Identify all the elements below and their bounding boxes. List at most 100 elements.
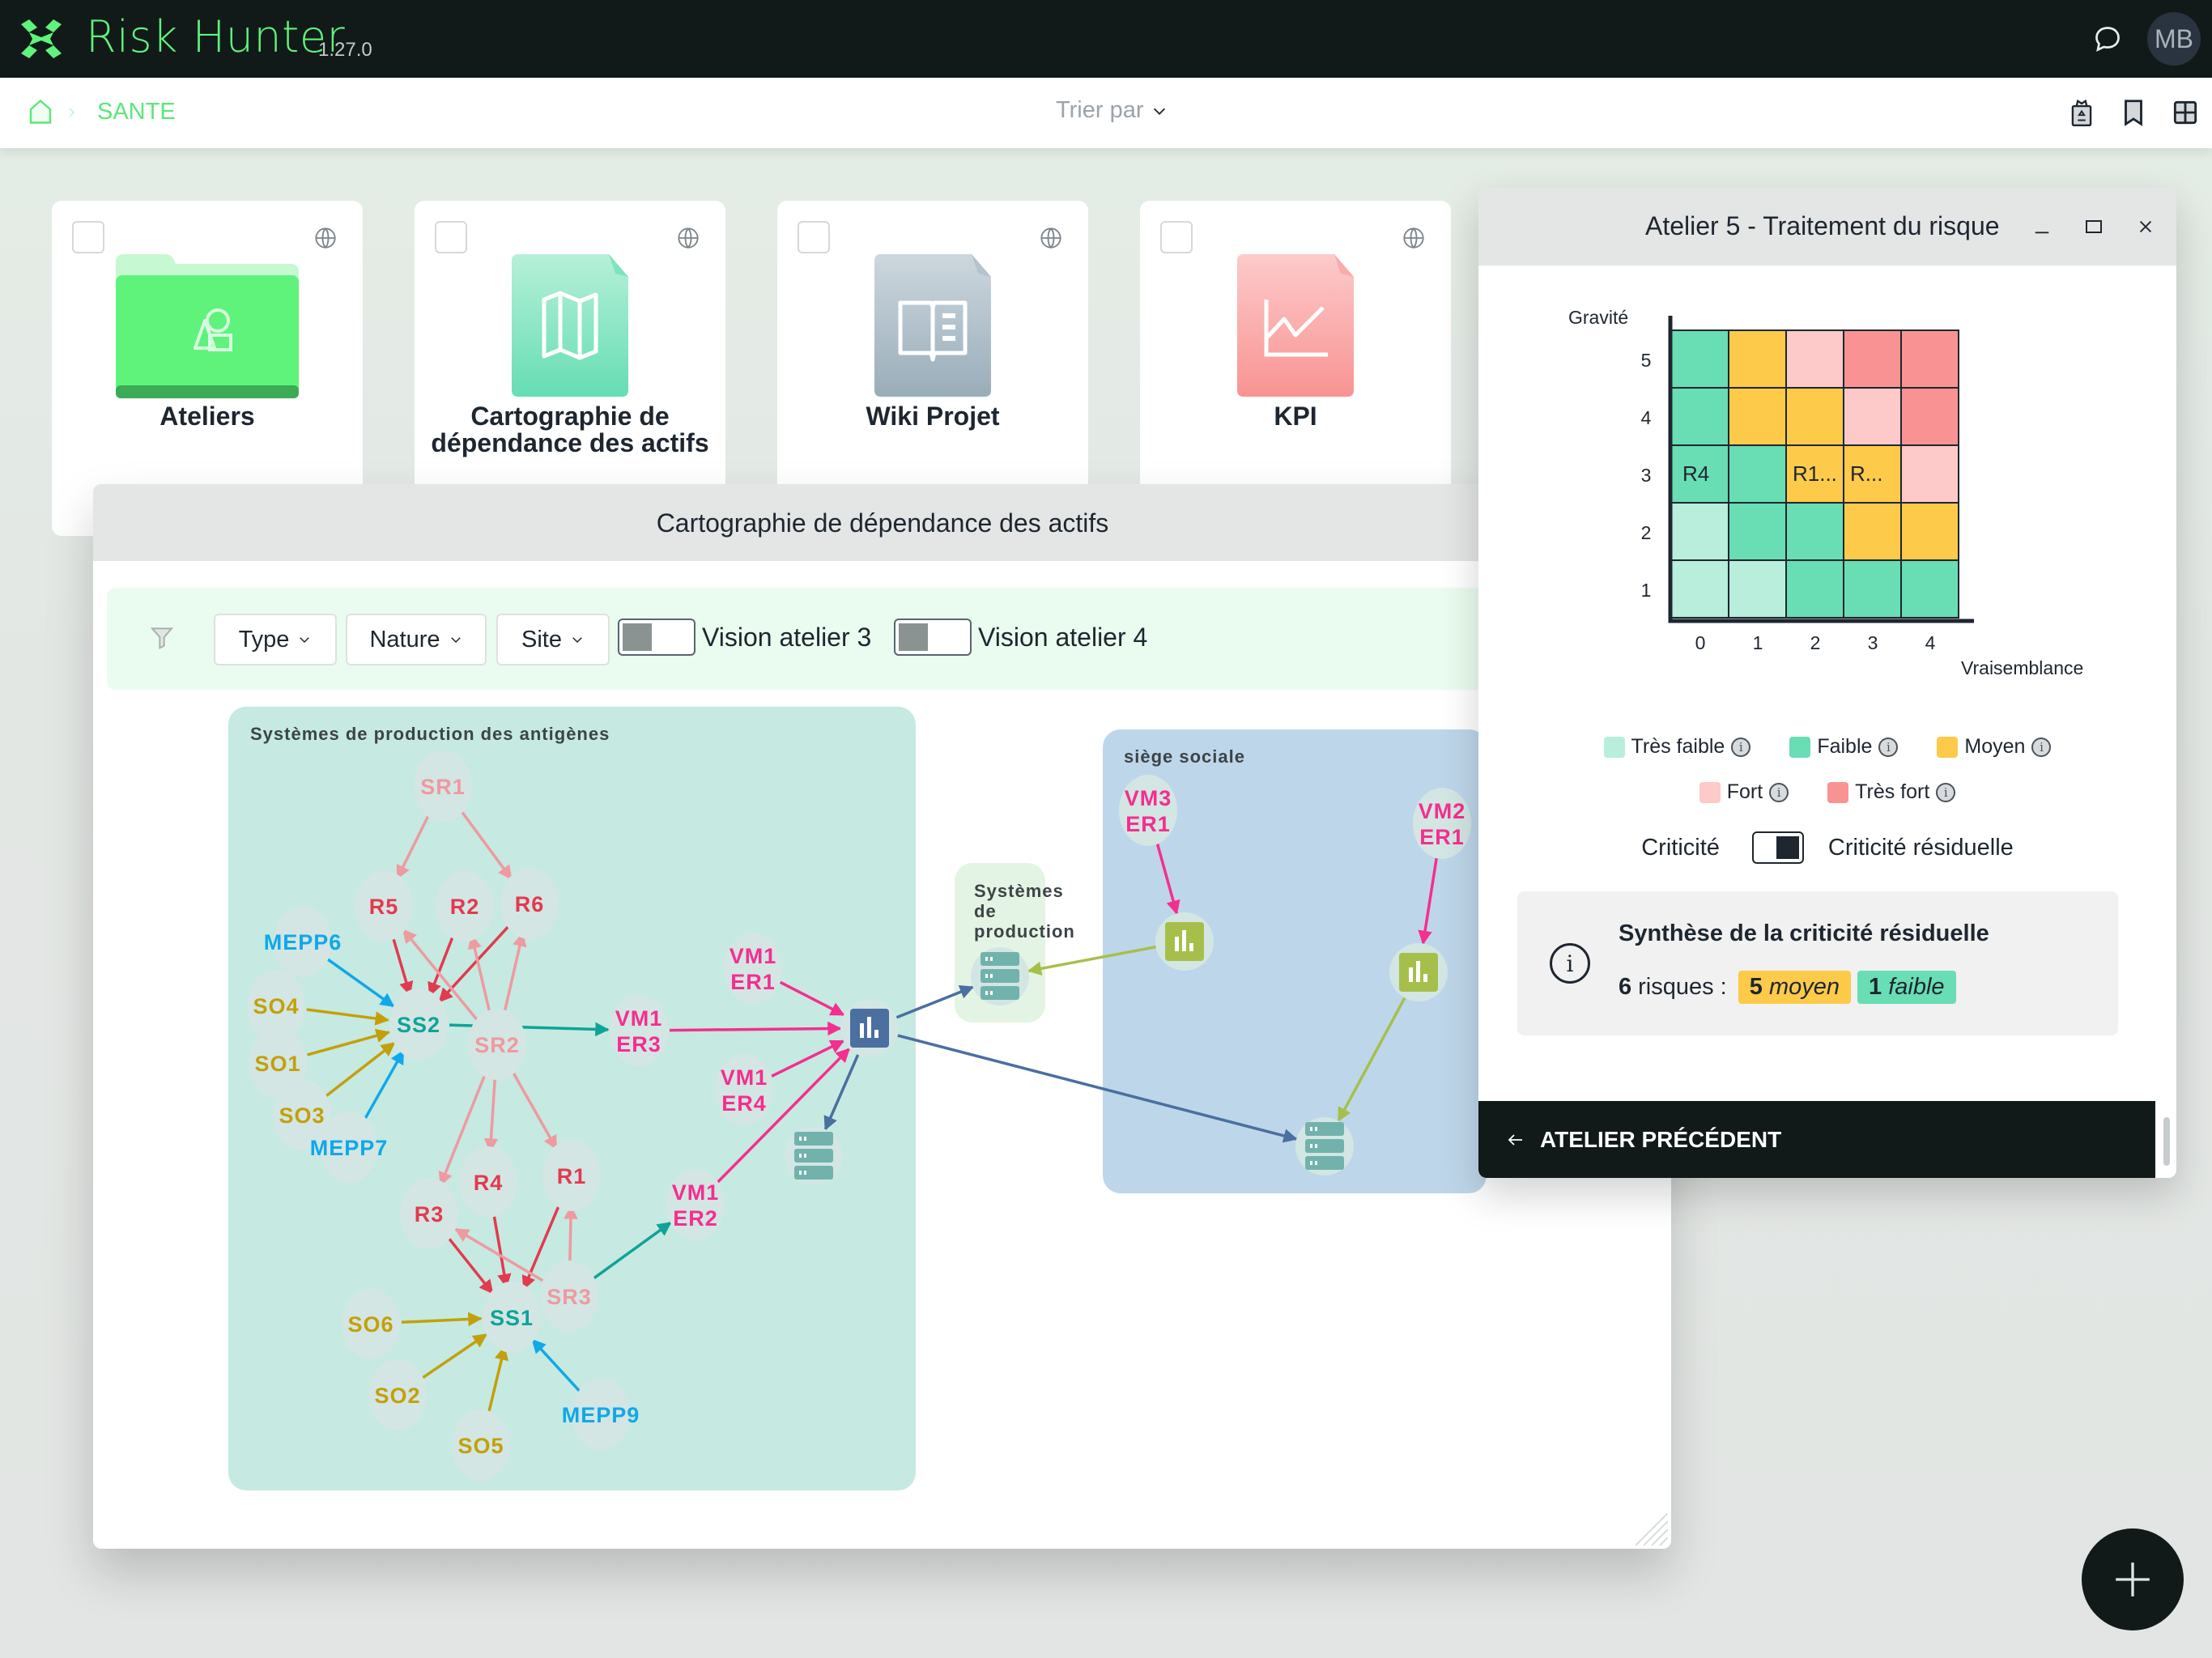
- graph-node-sr3[interactable]: SR3: [540, 1261, 598, 1332]
- graph-node-r6[interactable]: R6: [500, 868, 559, 939]
- globe-icon[interactable]: [314, 227, 337, 249]
- graph-node-sr2[interactable]: SR2: [468, 1009, 526, 1080]
- info-icon[interactable]: i: [1731, 737, 1751, 757]
- graph-node-so2[interactable]: SO2: [368, 1359, 427, 1431]
- card-checkbox[interactable]: [1160, 221, 1193, 253]
- graph-node-r4[interactable]: R4: [459, 1146, 517, 1218]
- matrix-cell-g5-v3[interactable]: [1843, 329, 1902, 389]
- graph-node-ss2[interactable]: SS2: [389, 988, 448, 1060]
- matrix-cell-g2-v2[interactable]: [1785, 502, 1844, 561]
- matrix-cell-g3-v1[interactable]: [1728, 444, 1787, 504]
- matrix-cell-label[interactable]: R1...: [1793, 461, 1837, 486]
- card-label: Ateliers: [160, 402, 255, 431]
- sort-dropdown[interactable]: Trier par: [1056, 97, 1168, 124]
- app-name: Risk Hunter: [86, 11, 346, 62]
- bar: [1423, 974, 1427, 982]
- app-version: 1.27.0: [318, 39, 372, 61]
- graph-node-vm2er1[interactable]: VM2ER1: [1413, 788, 1471, 859]
- info-icon[interactable]: i: [1936, 782, 1956, 802]
- criticity-switch-row: Criticité Criticité résiduelle: [1478, 831, 2176, 864]
- application-node-app3[interactable]: [1389, 943, 1448, 1001]
- matrix-cell-g2-v3[interactable]: [1843, 502, 1902, 561]
- criticity-toggle[interactable]: [1751, 831, 1804, 864]
- bookmark-icon[interactable]: [2118, 97, 2149, 128]
- info-icon[interactable]: i: [1769, 782, 1789, 802]
- card-checkbox[interactable]: [72, 221, 104, 253]
- grid-view-icon[interactable]: [2170, 97, 2201, 128]
- graph-node-vm3er1[interactable]: VM3ER1: [1119, 775, 1177, 846]
- previous-workshop-button[interactable]: ATELIER PRÉCÉDENT: [1478, 1101, 2155, 1178]
- server-led: [1310, 1161, 1312, 1165]
- dependency-graph[interactable]: Systèmes de production des antigènes Sys…: [93, 484, 1671, 1549]
- synthesis-summary: 6 risques : 5 moyen 1 faible: [1619, 971, 1956, 1004]
- matrix-cell-label[interactable]: R...: [1850, 461, 1882, 486]
- matrix-cell-g2-v1[interactable]: [1728, 502, 1787, 561]
- home-icon[interactable]: [26, 97, 55, 126]
- info-icon[interactable]: i: [2031, 737, 2052, 757]
- group-label: Systèmes de production des antigènes: [250, 724, 610, 744]
- add-button[interactable]: [2082, 1528, 2184, 1630]
- card-checkbox[interactable]: [435, 221, 467, 253]
- graph-node-r5[interactable]: R5: [355, 870, 413, 942]
- application-node-app1[interactable]: [840, 999, 899, 1057]
- legend-item-moyen: Moyen i: [1937, 735, 2052, 759]
- matrix-cell-g2-v0[interactable]: [1670, 502, 1729, 561]
- matrix-cell-g4-v1[interactable]: [1728, 387, 1787, 446]
- graph-node-so6[interactable]: SO6: [342, 1288, 400, 1359]
- graph-node-so5[interactable]: SO5: [452, 1409, 510, 1481]
- chat-button[interactable]: [2081, 12, 2134, 66]
- breadcrumb-item-sante[interactable]: SANTE: [97, 99, 176, 125]
- matrix-cell-g1-v3[interactable]: [1843, 559, 1902, 619]
- legend-item-faible: Faible i: [1789, 735, 1899, 759]
- matrix-cell-g5-v4[interactable]: [1900, 329, 1959, 389]
- matrix-cell-g1-v4[interactable]: [1900, 559, 1959, 619]
- matrix-cell-g1-v0[interactable]: [1670, 559, 1729, 619]
- server-led: [1310, 1144, 1312, 1148]
- legend-label: Moyen: [1964, 735, 2026, 758]
- graph-node-ss1[interactable]: SS1: [483, 1282, 541, 1353]
- graph-node-vm1er1[interactable]: VM1ER1: [724, 933, 782, 1004]
- matrix-cell-g2-v4[interactable]: [1900, 502, 1959, 561]
- graph-node-r2[interactable]: R2: [436, 870, 494, 942]
- card-label: KPI: [1274, 402, 1317, 431]
- globe-icon[interactable]: [1040, 227, 1062, 249]
- globe-icon[interactable]: [677, 227, 700, 249]
- matrix-cell-g4-v3[interactable]: [1843, 387, 1902, 446]
- synthesis-title: Synthèse de la criticité résiduelle: [1619, 920, 1989, 946]
- matrix-cell-g4-v0[interactable]: [1670, 387, 1729, 446]
- matrix-cell-g4-v2[interactable]: [1785, 387, 1844, 446]
- resize-handle-icon[interactable]: [1636, 1513, 1668, 1545]
- node-label: VM1: [672, 1180, 720, 1205]
- panel-scrollbar[interactable]: [2163, 1117, 2170, 1166]
- info-icon[interactable]: i: [1878, 737, 1899, 757]
- globe-icon[interactable]: [1402, 227, 1425, 249]
- matrix-cell-g1-v2[interactable]: [1785, 559, 1844, 619]
- node-label: SO3: [279, 1103, 325, 1128]
- graph-node-vm1er4[interactable]: VM1ER4: [715, 1054, 773, 1125]
- graph-node-vm1er2[interactable]: VM1ER2: [666, 1169, 725, 1240]
- node-label: R5: [369, 895, 399, 919]
- recycle-bin-icon[interactable]: [2066, 97, 2097, 128]
- graph-node-r3[interactable]: R3: [400, 1178, 458, 1249]
- risk-total-label: risques :: [1638, 974, 1727, 1000]
- node-label: MEPP6: [264, 930, 342, 954]
- legend-label: Très faible: [1631, 735, 1725, 758]
- matrix-cell-g5-v1[interactable]: [1728, 329, 1787, 389]
- server-node-srv2[interactable]: [971, 947, 1029, 1005]
- card-checkbox[interactable]: [798, 221, 830, 253]
- graph-node-r1[interactable]: R1: [542, 1140, 601, 1211]
- graph-node-vm1er3[interactable]: VM1ER3: [610, 995, 668, 1066]
- matrix-cell-g4-v4[interactable]: [1900, 387, 1959, 446]
- graph-node-sr1[interactable]: SR1: [414, 750, 472, 822]
- server-node-srv1[interactable]: [785, 1127, 843, 1185]
- matrix-cell-label[interactable]: R4: [1682, 461, 1709, 486]
- bar: [860, 1023, 864, 1038]
- application-node-app2[interactable]: [1155, 912, 1214, 971]
- server-node-srv3[interactable]: [1295, 1117, 1354, 1175]
- matrix-cell-g3-v4[interactable]: [1900, 444, 1959, 504]
- user-avatar[interactable]: MB: [2147, 12, 2201, 66]
- node-label: MEPP7: [310, 1136, 389, 1160]
- matrix-cell-g5-v0[interactable]: [1670, 329, 1729, 389]
- matrix-cell-g5-v2[interactable]: [1785, 329, 1844, 389]
- matrix-cell-g1-v1[interactable]: [1728, 559, 1787, 619]
